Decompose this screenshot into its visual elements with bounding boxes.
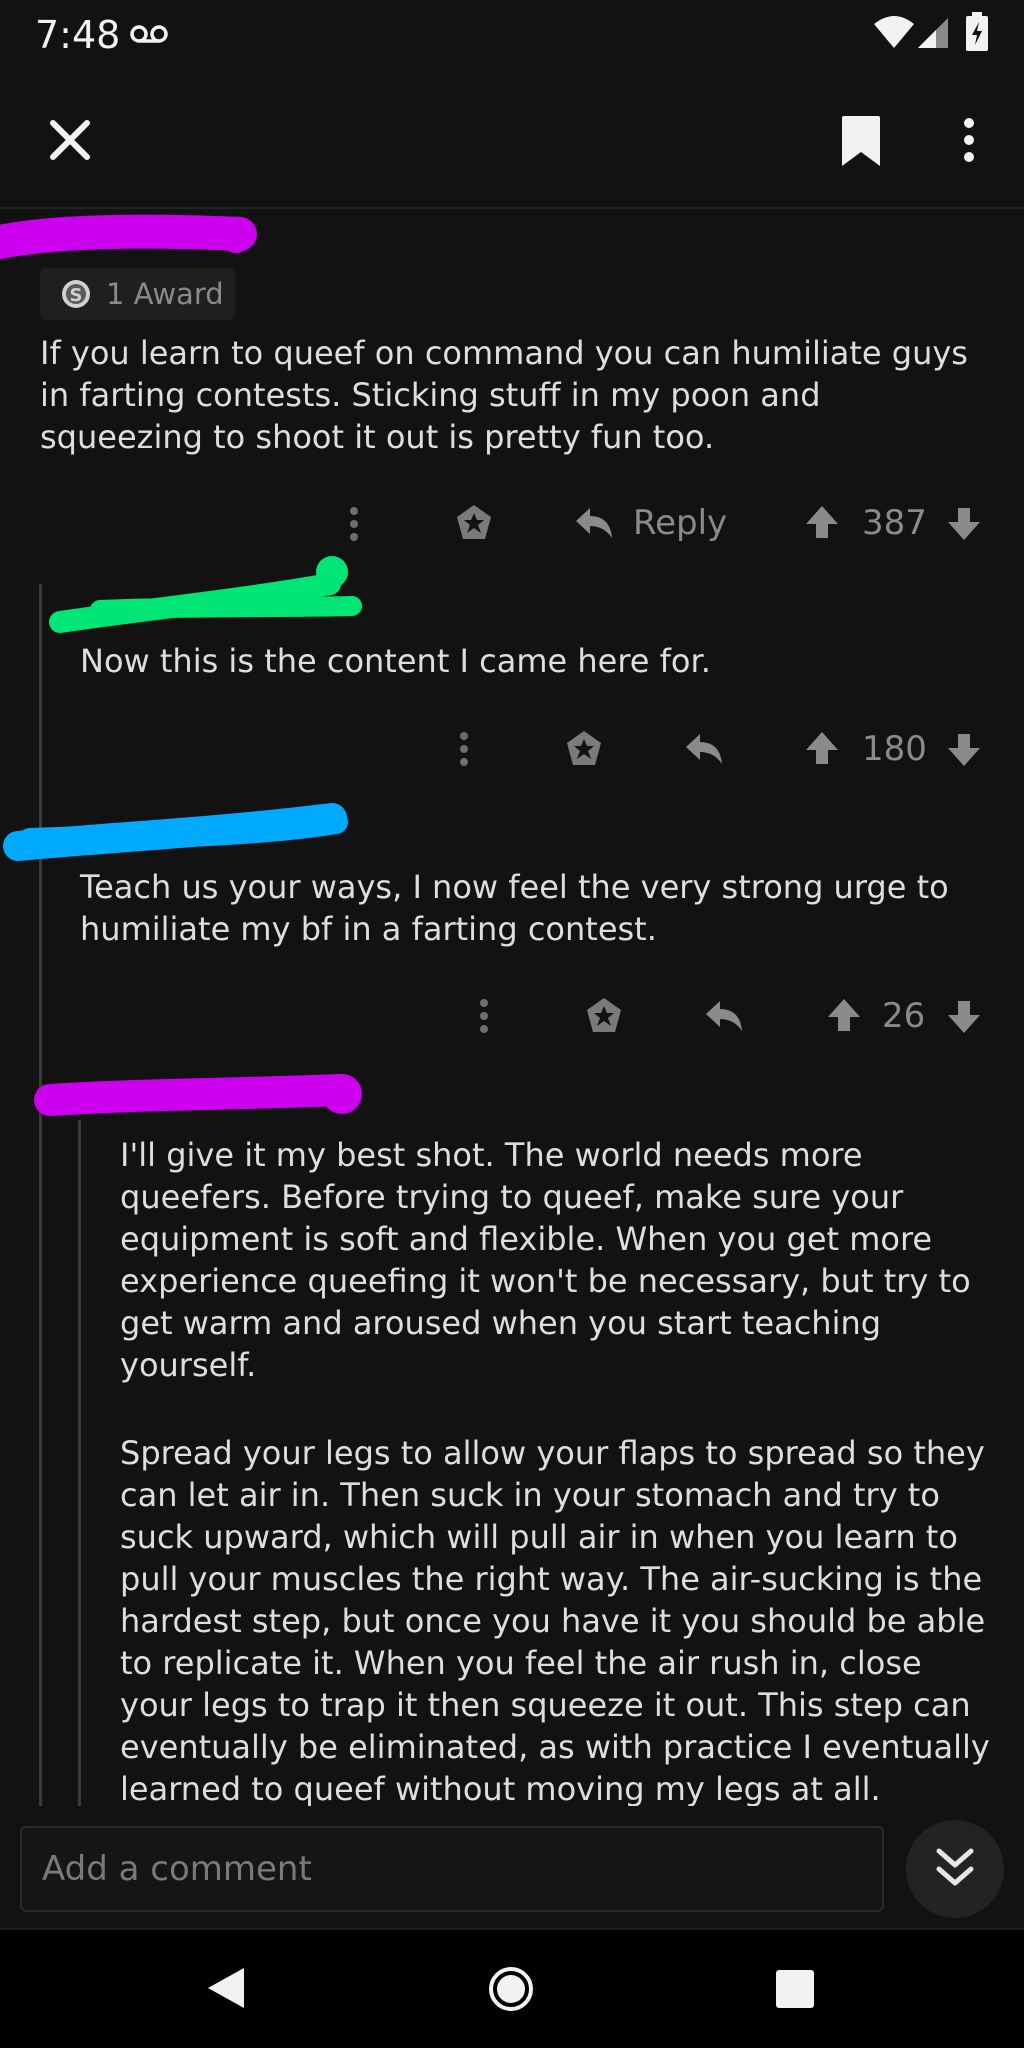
score: 180 [862,729,927,769]
scroll-down-button[interactable] [906,1820,1004,1918]
reply-icon[interactable] [574,504,614,542]
bookmark-icon[interactable] [838,114,884,168]
reply-icon[interactable] [704,997,744,1035]
recents-square-icon[interactable] [776,1970,814,2008]
comment-line: get warm and aroused when you start teac… [120,1304,882,1342]
comment-line: Spread your legs to allow your flaps to … [120,1434,985,1472]
comment-body: If you learn to queef on command you can… [40,332,1010,458]
downvote-icon[interactable] [946,506,982,542]
comment-line: learned to queef without moving my legs … [120,1770,881,1808]
double-chevron-down-icon [936,1848,974,1886]
give-award-icon[interactable] [584,996,624,1036]
comment-line: suck upward, which will pull air in when… [120,1518,958,1556]
comment-line: in farting contests. Sticking stuff in m… [40,376,821,414]
comment-line: eventually be eliminated, as with practi… [120,1728,990,1766]
redacted-username [0,214,257,259]
signal-icon [918,18,948,48]
comment-line: squeezing to shoot it out is pretty fun … [40,418,715,456]
voicemail-icon [130,25,168,43]
close-icon[interactable] [48,118,92,162]
comment-line: experience queefing it won't be necessar… [120,1262,971,1300]
give-award-icon[interactable] [564,729,604,769]
upvote-icon[interactable] [804,730,840,766]
system-nav-bar [0,1930,1024,2048]
award-badge[interactable]: S 1 Award [40,268,235,320]
reply-icon[interactable] [684,730,724,768]
back-triangle-icon[interactable] [206,1966,246,2010]
add-comment-input[interactable]: Add a comment [20,1826,884,1912]
comment-line: pull your muscles the right way. The air… [120,1560,983,1598]
comment-line: I'll give it my best shot. The world nee… [120,1136,863,1174]
comment-line: to replicate it. When you feel the air r… [120,1644,922,1682]
comment-line: Teach us your ways, I now feel the very … [80,868,949,906]
more-options-icon[interactable] [456,729,472,769]
svg-text:S: S [70,285,83,306]
comment-body: Teach us your ways, I now feel the very … [80,866,1010,950]
redacted-username [34,1074,362,1116]
award-label: 1 Award [106,277,224,311]
upvote-icon[interactable] [826,997,862,1033]
upvote-icon[interactable] [804,504,840,540]
redacted-username [49,556,362,633]
downvote-icon[interactable] [946,999,982,1035]
comment-line: queefers. Before trying to queef, make s… [120,1178,904,1216]
more-options-icon[interactable] [476,996,492,1036]
comment-line: hardest step, but once you have it you s… [120,1602,986,1640]
score: 387 [862,503,927,543]
comment-line: can let air in. Then suck in your stomac… [120,1476,940,1514]
comment-body: I'll give it my best shot. The world nee… [120,1134,1015,1810]
comment-line: yourself. [120,1346,257,1384]
award-icon: S [62,280,90,308]
comment-line: humiliate my bf in a farting contest. [80,910,657,948]
more-vertical-icon[interactable] [958,116,980,166]
score: 26 [882,996,926,1036]
comment-line: If you learn to queef on command you can… [40,334,968,372]
comment-line: Now this is the content I came here for. [80,642,711,680]
home-circle-icon[interactable] [488,1966,534,2012]
give-award-icon[interactable] [454,503,494,543]
downvote-icon[interactable] [946,732,982,768]
thread-line [78,1120,81,1808]
comment-body: Now this is the content I came here for. [80,640,1010,682]
top-bar-divider [0,207,1024,209]
redacted-username [3,803,348,861]
comment-line: equipment is soft and flexible. When you… [120,1220,933,1258]
thread-line [39,584,42,1808]
reply-button[interactable]: Reply [633,503,727,543]
wifi-icon [874,16,914,48]
battery-charging-icon [966,12,988,51]
more-options-icon[interactable] [346,504,362,544]
status-time: 7:48 [35,13,121,57]
comment-line: your legs to trap it then squeeze it out… [120,1686,971,1724]
